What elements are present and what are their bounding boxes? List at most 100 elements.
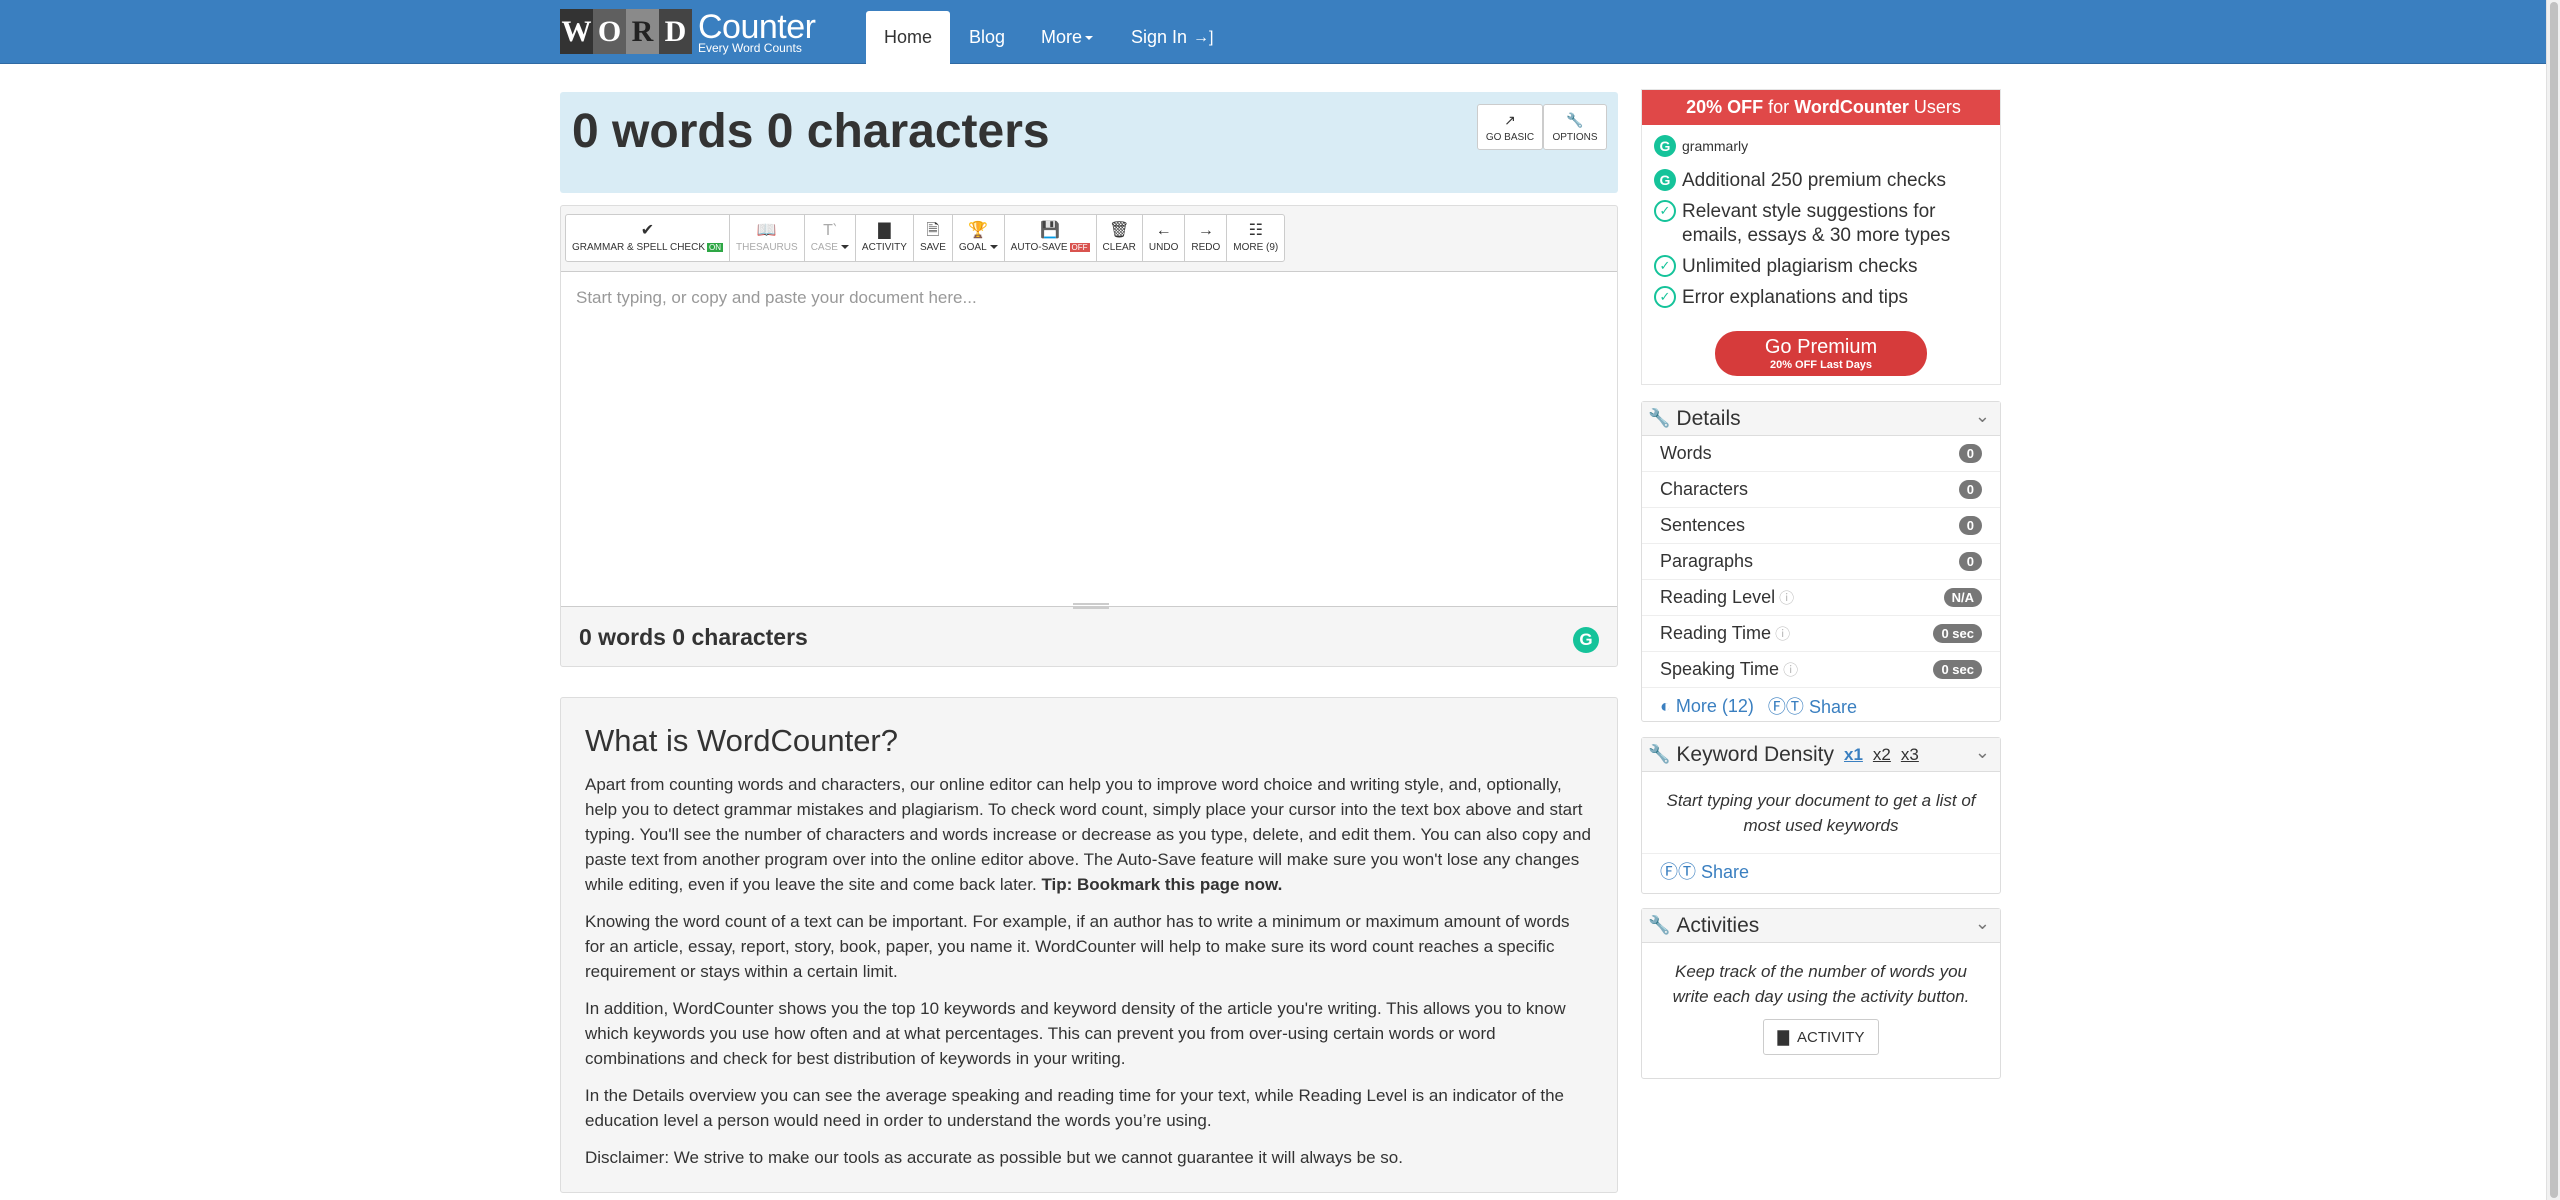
save-button[interactable]: 🗎 SAVE — [912, 214, 953, 262]
nav-blog-label: Blog — [969, 27, 1006, 47]
bookmark-tip: Tip: Bookmark this page now. — [1041, 875, 1283, 894]
auto-save-state-badge: OFF — [1069, 243, 1090, 252]
nav-home-label: Home — [883, 27, 932, 47]
promo-users: Users — [1913, 97, 1961, 117]
share-link[interactable]: ⒻⓉ Share — [1660, 862, 1749, 882]
share-link[interactable]: ⒻⓉ Share — [1768, 693, 1857, 719]
grammarly-logo: G grammarly — [1654, 135, 2000, 157]
nav-home[interactable]: Home — [866, 11, 950, 64]
help-icon[interactable]: ⓘ — [1783, 662, 1798, 679]
wrench-icon: 🔧 — [1648, 744, 1671, 764]
floppy-disk-icon: 💾 — [1040, 222, 1061, 239]
redo-button[interactable]: → REDO — [1184, 214, 1228, 262]
textarea-resize-handle[interactable] — [1073, 603, 1109, 609]
grammarly-icon[interactable]: G — [1573, 627, 1599, 653]
detail-label: Words — [1660, 443, 1712, 463]
external-link-icon: ↗ — [1504, 111, 1516, 128]
more-tools-button[interactable]: ☷ MORE (9) — [1226, 214, 1286, 262]
promo-header: 20% OFF for WordCounter Users — [1642, 90, 2000, 125]
activity-toolbar-button[interactable]: ▇ ACTIVITY — [854, 214, 914, 262]
nav-more-label: More — [1041, 27, 1083, 47]
goal-button[interactable]: 🏆 GOAL — [951, 214, 1005, 262]
share-label: Share — [1701, 862, 1750, 882]
case-button[interactable]: T‵ CASE — [803, 214, 856, 262]
redo-label: REDO — [1191, 242, 1221, 253]
density-x3-link[interactable]: x3 — [1901, 745, 1919, 765]
word-character-count: 0 words 0 characters — [572, 105, 1050, 158]
grammar-check-label: GRAMMAR & SPELL CHECK — [572, 242, 705, 253]
detail-value-badge: 0 — [1958, 552, 1982, 571]
chevron-down-icon[interactable]: ⌄ — [1975, 913, 1990, 934]
details-title: Details — [1676, 406, 1741, 430]
density-x1-link[interactable]: x1 — [1844, 745, 1863, 765]
promo-feature: ✓ Unlimited plagiarism checks — [1654, 255, 2000, 279]
more-details-link[interactable]: ◐ More (12) — [1660, 696, 1754, 717]
chevron-down-icon[interactable]: ⌄ — [1975, 742, 1990, 763]
help-icon[interactable]: ⓘ — [1775, 626, 1790, 643]
detail-value-badge: 0 — [1958, 444, 1982, 463]
detail-label: Paragraphs — [1660, 551, 1754, 571]
thesaurus-button[interactable]: 📖 THESAURUS — [729, 214, 805, 262]
document-textarea[interactable]: Start typing, or copy and paste your doc… — [561, 271, 1617, 607]
keyword-density-header[interactable]: 🔧 Keyword Density x1 x2 x3 ⌄ — [1642, 738, 2000, 772]
keyword-share-row: ⒻⓉ Share — [1642, 854, 2000, 888]
grammar-check-button[interactable]: ✔ GRAMMAR & SPELL CHECK ON — [565, 214, 730, 262]
arrow-right-icon: → — [1197, 222, 1214, 239]
page-scrollbar[interactable] — [2546, 0, 2560, 1200]
logo-letter-w: W — [560, 9, 593, 54]
chevron-down-icon[interactable]: ⌄ — [1975, 406, 1990, 427]
about-title: What is WordCounter? — [585, 723, 898, 758]
twitter-icon: Ⓣ — [1678, 862, 1696, 882]
wrench-icon: 🔧 — [1648, 915, 1671, 935]
go-basic-button[interactable]: ↗ GO BASIC — [1477, 104, 1543, 150]
go-basic-label: GO BASIC — [1485, 131, 1535, 143]
details-header[interactable]: 🔧 Details ⌄ — [1642, 402, 2000, 436]
nav-signin[interactable]: Sign In →] — [1131, 11, 1214, 64]
keyword-density-panel: 🔧 Keyword Density x1 x2 x3 ⌄ Start typin… — [1641, 737, 2001, 894]
check-circle-icon: ✓ — [1654, 200, 1676, 222]
nav-blog[interactable]: Blog — [969, 11, 1005, 64]
auto-save-button[interactable]: 💾 AUTO-SAVE OFF — [1003, 214, 1097, 262]
facebook-icon: Ⓕ — [1660, 862, 1678, 882]
undo-label: UNDO — [1148, 242, 1179, 253]
details-footer: ◐ More (12) ⒻⓉ Share — [1642, 688, 2000, 724]
share-label: Share — [1808, 697, 1857, 717]
promo-feature-text: Error explanations and tips — [1682, 287, 1909, 308]
grammarly-icon: G — [1654, 169, 1676, 191]
bar-chart-icon: ▇ — [878, 222, 891, 239]
editor-panel: ✔ GRAMMAR & SPELL CHECK ON 📖 THESAURUS T‵… — [560, 205, 1618, 667]
site-logo[interactable]: W O R D Counter Every Word Counts — [560, 9, 816, 54]
toggle-icon: ◐ — [1660, 695, 1671, 716]
save-label: SAVE — [919, 242, 946, 253]
more-tools-label: MORE (9) — [1233, 242, 1279, 253]
promo-feature: ✓ Relevant style suggestions for emails, … — [1654, 200, 2000, 248]
wrench-icon: 🔧 — [1648, 408, 1671, 428]
go-premium-button[interactable]: Go Premium 20% OFF Last Days — [1715, 331, 1927, 376]
options-button[interactable]: 🔧 OPTIONS — [1543, 104, 1607, 150]
activities-header[interactable]: 🔧 Activities ⌄ — [1642, 909, 2000, 943]
grammar-state-badge: ON — [707, 243, 723, 252]
density-x2-link[interactable]: x2 — [1873, 745, 1891, 765]
activity-button[interactable]: ▇ ACTIVITY — [1763, 1019, 1879, 1055]
logo-text: Counter Every Word Counts — [698, 10, 816, 54]
clear-button[interactable]: 🗑 CLEAR — [1095, 214, 1143, 262]
check-circle-icon: ✓ — [1654, 255, 1676, 277]
detail-label: Reading Time — [1660, 623, 1772, 643]
grammarly-promo[interactable]: 20% OFF for WordCounter Users G grammarl… — [1641, 89, 2001, 385]
help-icon[interactable]: ⓘ — [1779, 590, 1794, 607]
promo-feature: ✓ Error explanations and tips — [1654, 286, 2000, 310]
count-header: 0 words 0 characters ↗ GO BASIC 🔧 OPTION… — [560, 92, 1618, 193]
clear-label: CLEAR — [1102, 242, 1136, 253]
promo-feature-text: Relevant style suggestions for emails, e… — [1682, 201, 1951, 246]
promo-feature-text: Unlimited plagiarism checks — [1682, 256, 1918, 277]
options-label: OPTIONS — [1552, 131, 1598, 143]
activity-toolbar-label: ACTIVITY — [861, 242, 907, 253]
nav-more-dropdown[interactable]: More — [1041, 11, 1094, 64]
caret-down-icon — [989, 245, 998, 250]
detail-label: Speaking Time — [1660, 659, 1780, 679]
text-case-icon: T‵ — [823, 222, 837, 239]
promo-for: for — [1768, 97, 1790, 117]
scrollbar-thumb[interactable] — [2550, 2, 2558, 1198]
promo-feature-text: Additional 250 premium checks — [1682, 170, 1947, 191]
undo-button[interactable]: ← UNDO — [1141, 214, 1186, 262]
